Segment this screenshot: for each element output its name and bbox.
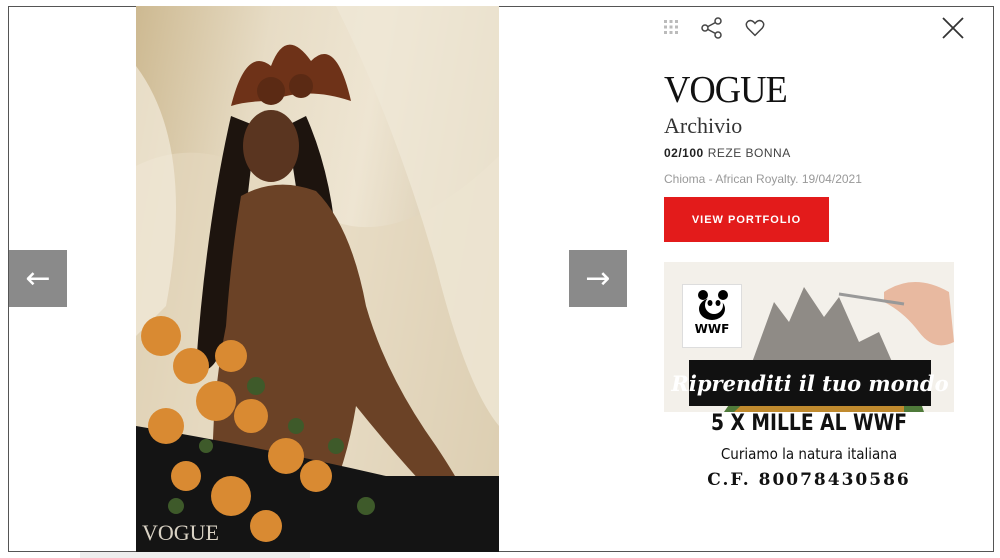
brand-logo: VOGUE [664, 69, 788, 111]
ad-subheadline: Curiamo la natura italiana [720, 445, 898, 463]
share-icon[interactable] [700, 17, 724, 39]
horizontal-scrollbar[interactable] [80, 552, 310, 558]
grid-icon[interactable] [664, 20, 678, 34]
view-portfolio-button[interactable]: VIEW PORTFOLIO [664, 197, 829, 242]
ad-headline: 5 X MILLE AL WWF [710, 411, 908, 436]
photo-watermark: VOGUE [142, 520, 219, 545]
wwf-logo: WWF [682, 284, 742, 348]
portrait-illustration [136, 6, 499, 552]
caption-title: Chioma - African Royalty [664, 172, 796, 186]
wwf-logo-text: WWF [694, 322, 730, 336]
photographer-name: REZE BONNA [707, 146, 791, 160]
close-icon[interactable] [940, 15, 966, 41]
heart-icon[interactable] [744, 17, 766, 39]
panda-icon [698, 290, 728, 320]
ad-tagline: Riprenditi il tuo mondo [671, 360, 949, 406]
previous-arrow-button[interactable]: ← [9, 250, 67, 307]
photo-counter-line: 02/100 REZE BONNA [664, 146, 791, 160]
wwf-advertisement[interactable]: WWF Riprenditi il tuo mondo 5 X MILLE AL… [664, 262, 954, 498]
gallery-photo: VOGUE [136, 6, 499, 552]
next-arrow-button[interactable]: → [569, 250, 627, 307]
arrow-right-icon: → [585, 261, 611, 296]
ad-tax-code: C.F. 80078430586 [707, 470, 911, 490]
photo-caption: Chioma - African Royalty. 19/04/2021 [664, 172, 862, 186]
section-title: Archivio [664, 113, 743, 138]
arrow-left-icon: ← [25, 261, 51, 296]
photo-counter: 02/100 [664, 146, 704, 160]
caption-date: 19/04/2021 [801, 172, 862, 186]
